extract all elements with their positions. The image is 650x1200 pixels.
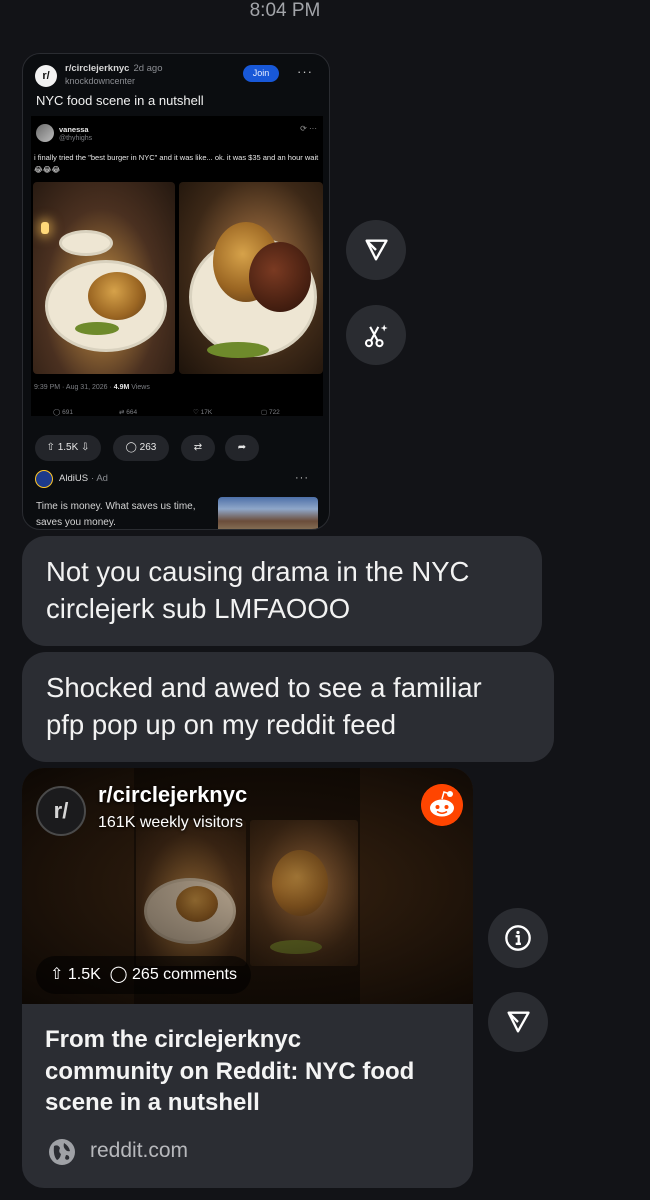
- burger-photo-right: [179, 182, 323, 374]
- message-text-line: Not you causing drama in the NYC: [46, 556, 470, 587]
- link-score: 1.5K: [67, 966, 101, 983]
- link-subreddit-name: r/circlejerknyc: [98, 782, 248, 807]
- share-icon: ➦: [225, 435, 259, 461]
- post-title: NYC food scene in a nutshell: [36, 93, 204, 108]
- comments-pill: ◯ 263: [113, 435, 169, 461]
- repost-icon: ⇄: [181, 435, 215, 461]
- link-domain: reddit.com: [90, 1139, 189, 1162]
- timestamp-header: 8:04 PM: [249, 0, 321, 21]
- ad-more-icon: ···: [295, 472, 309, 484]
- message-text-line: pfp pop up on my reddit feed: [46, 709, 397, 740]
- embedded-tweet: vanessa @thyhighs ⟳ ··· i finally tried …: [31, 116, 323, 416]
- tweet-menu-icon: ⟳ ···: [300, 124, 317, 133]
- link-stats: ⇧ 1.5K ◯ 265 comments: [36, 956, 251, 994]
- link-thumbnail: r/ r/circlejerknyc 161K weekly visitors …: [22, 768, 473, 1004]
- aldi-logo: [35, 470, 53, 488]
- ad-image: [218, 497, 318, 529]
- reddit-link-preview[interactable]: r/ r/circlejerknyc 161K weekly visitors …: [22, 768, 473, 1188]
- message-bubble[interactable]: Shocked and awed to see a familiar pfp p…: [22, 652, 554, 762]
- share-button[interactable]: [346, 220, 406, 280]
- avatar: [36, 124, 54, 142]
- comment-icon: ◯: [109, 966, 128, 983]
- cutout-button[interactable]: [346, 305, 406, 365]
- link-comments: 265 comments: [132, 966, 237, 983]
- tweet-actions: ◯ 691 ⇄ 664 ♡ 17K ▢ 722 ⇧: [31, 408, 323, 416]
- info-icon: [505, 925, 531, 951]
- shared-reddit-post-image[interactable]: r/ r/circlejerknyc 2d ago knockdowncenter…: [22, 53, 330, 530]
- upvote-icon: ⇧: [50, 966, 64, 983]
- chat-screen: 8:04 PM r/ r/circlejerknyc 2d ago knockdo…: [0, 0, 650, 1200]
- info-button[interactable]: [488, 908, 548, 968]
- reddit-snoo-icon: [421, 784, 463, 826]
- post-age: 2d ago: [133, 63, 163, 74]
- tweet-replies: ◯ 691: [53, 409, 73, 416]
- ad-header: AldiUS · Ad ···: [35, 470, 319, 490]
- send-icon: [365, 239, 388, 261]
- tweet-text: i finally tried the "best burger in NYC"…: [34, 153, 319, 174]
- share-button-2[interactable]: [488, 992, 548, 1052]
- tweet-reposts: ⇄ 664: [119, 409, 138, 416]
- views-label: Views: [131, 384, 150, 391]
- ad-advertiser: AldiUS · Ad: [59, 473, 108, 484]
- message-text-line: circlejerk sub LMFAOOO: [46, 593, 351, 624]
- tweet-bookmarks: ▢ 722: [261, 409, 280, 416]
- join-button: Join: [243, 65, 279, 82]
- link-title: From the circlejerknyc community on Redd…: [45, 1026, 415, 1116]
- subreddit-avatar: r/: [35, 65, 57, 87]
- post-author: knockdowncenter: [65, 76, 136, 86]
- globe-icon: [49, 1139, 75, 1165]
- tweet-meta: 9:39 PM · Aug 31, 2026 · 4.9M Views: [34, 384, 150, 391]
- subreddit-name: r/circlejerknyc 2d ago: [65, 63, 163, 74]
- message-bubble[interactable]: Not you causing drama in the NYC circlej…: [22, 536, 542, 646]
- vote-pill: ⇧ 1.5K ⇩: [35, 435, 101, 461]
- more-icon: ···: [297, 64, 313, 79]
- message-text-line: Shocked and awed to see a familiar: [46, 672, 482, 703]
- weekly-visitors: 161K weekly visitors: [98, 814, 243, 831]
- send-icon: [507, 1011, 530, 1033]
- subreddit-logo: r/: [36, 786, 86, 836]
- post-actions: ⇧ 1.5K ⇩ ◯ 263 ⇄ ➦: [35, 435, 317, 461]
- views-count: 4.9M: [113, 384, 130, 391]
- scissors-sparkle-icon: [364, 324, 388, 348]
- tweet-author-name: vanessa: [59, 125, 89, 134]
- tweet-likes: ♡ 17K: [193, 409, 213, 416]
- ad-text: Time is money. What saves us time, saves…: [36, 501, 196, 528]
- tweet-author-handle: @thyhighs: [59, 135, 93, 142]
- burger-photo-left: [33, 182, 175, 374]
